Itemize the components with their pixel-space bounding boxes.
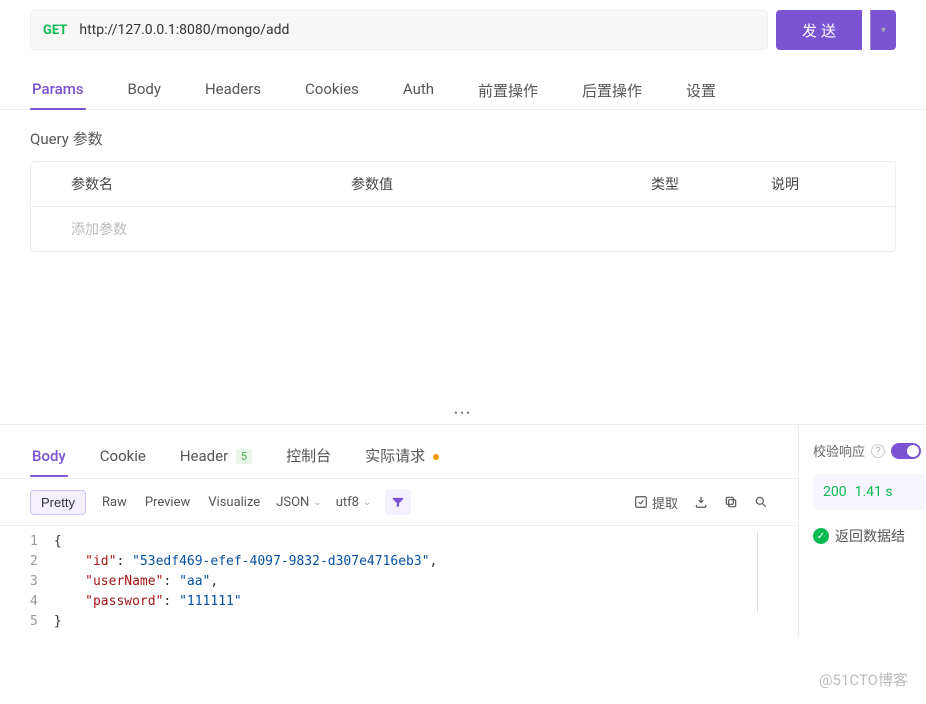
header-count-badge: 5 xyxy=(236,449,252,464)
url-input[interactable]: http://127.0.0.1:8080/mongo/add xyxy=(79,22,289,38)
encoding-label: utf8 xyxy=(336,495,359,510)
view-raw-button[interactable]: Raw xyxy=(100,491,129,514)
response-sidebar: 校验响应 ? 200 1.41 s ✓ 返回数据结 xyxy=(798,425,926,638)
tab-params[interactable]: Params xyxy=(30,72,86,109)
chevron-down-icon: ▾ xyxy=(881,25,886,36)
extract-label: 提取 xyxy=(652,493,678,512)
url-row: GET http://127.0.0.1:8080/mongo/add 发 送 … xyxy=(0,0,926,60)
chevron-down-icon: ⌄ xyxy=(363,497,371,508)
toolbar-icon-group: 提取 xyxy=(634,493,768,512)
line-number: 4 xyxy=(30,592,38,612)
view-visualize-button[interactable]: Visualize xyxy=(206,491,262,514)
line-number: 1 xyxy=(30,532,38,552)
resp-tab-actual[interactable]: 实际请求 xyxy=(363,439,441,478)
tab-body[interactable]: Body xyxy=(126,72,163,109)
search-icon xyxy=(754,495,768,509)
response-panel: Body Cookie Header 5 控制台 实际请求 Pretty Raw… xyxy=(0,424,926,638)
json-value: "aa" xyxy=(179,574,210,589)
tab-postrequest[interactable]: 后置操作 xyxy=(580,72,644,109)
json-key: "userName" xyxy=(85,574,163,589)
json-key: "password" xyxy=(85,594,163,609)
extract-button[interactable]: 提取 xyxy=(634,493,678,512)
resp-tab-console[interactable]: 控制台 xyxy=(284,439,333,478)
resize-handle[interactable]: ••• xyxy=(0,402,926,424)
response-tabs: Body Cookie Header 5 控制台 实际请求 xyxy=(0,425,798,479)
tab-cookies[interactable]: Cookies xyxy=(303,72,361,109)
tab-settings[interactable]: 设置 xyxy=(684,72,718,109)
view-preview-button[interactable]: Preview xyxy=(143,491,192,514)
status-card[interactable]: 200 1.41 s xyxy=(813,474,926,510)
add-param-placeholder[interactable]: 添加参数 xyxy=(41,219,351,239)
response-code[interactable]: 1 2 3 4 5 { "id": "53edf469-efef-4097-98… xyxy=(0,526,798,638)
download-icon xyxy=(694,495,708,509)
json-value: "53edf469-efef-4097-9832-d307e4716eb3" xyxy=(132,554,429,569)
format-label: JSON xyxy=(276,495,309,510)
validate-response-row: 校验响应 ? xyxy=(813,441,926,460)
status-code: 200 xyxy=(823,484,847,500)
col-value: 参数值 xyxy=(351,174,651,194)
jsonpath-filter-button[interactable] xyxy=(385,489,411,515)
status-time: 1.41 s xyxy=(855,484,893,500)
params-table: 参数名 参数值 类型 说明 添加参数 xyxy=(0,161,926,252)
line-gutter: 1 2 3 4 5 xyxy=(30,532,54,632)
params-header-row: 参数名 参数值 类型 说明 xyxy=(30,161,896,207)
http-method[interactable]: GET xyxy=(43,23,67,38)
validation-success-row: ✓ 返回数据结 xyxy=(813,526,926,546)
encoding-select[interactable]: utf8 ⌄ xyxy=(336,495,372,510)
copy-button[interactable] xyxy=(724,495,738,509)
params-add-row[interactable]: 添加参数 xyxy=(30,207,896,252)
json-value: "111111" xyxy=(179,594,242,609)
send-dropdown-button[interactable]: ▾ xyxy=(870,10,896,50)
line-number: 2 xyxy=(30,552,38,572)
request-tabs: Params Body Headers Cookies Auth 前置操作 后置… xyxy=(0,60,926,110)
filter-icon xyxy=(391,495,405,509)
code-ruler xyxy=(757,532,758,612)
col-desc: 说明 xyxy=(771,174,885,194)
copy-icon xyxy=(724,495,738,509)
url-bar[interactable]: GET http://127.0.0.1:8080/mongo/add xyxy=(30,10,768,50)
search-button[interactable] xyxy=(754,495,768,509)
validate-label: 校验响应 xyxy=(813,441,865,460)
query-params-title: Query 参数 xyxy=(0,110,926,161)
resp-tab-header[interactable]: Header 5 xyxy=(178,441,254,477)
extract-icon xyxy=(634,495,648,509)
col-type: 类型 xyxy=(651,174,771,194)
resp-tab-header-label: Header xyxy=(180,447,228,465)
code-body: { "id": "53edf469-efef-4097-9832-d307e47… xyxy=(54,532,768,632)
spacer xyxy=(0,252,926,402)
send-button[interactable]: 发 送 xyxy=(776,10,862,50)
response-left: Body Cookie Header 5 控制台 实际请求 Pretty Raw… xyxy=(0,425,798,638)
col-name: 参数名 xyxy=(41,174,351,194)
resp-tab-actual-label: 实际请求 xyxy=(365,447,425,465)
line-number: 5 xyxy=(30,612,38,632)
tab-auth[interactable]: Auth xyxy=(401,72,436,109)
format-select[interactable]: JSON ⌄ xyxy=(276,495,322,510)
view-pretty-button[interactable]: Pretty xyxy=(30,490,86,515)
dot-indicator-icon xyxy=(433,454,439,460)
json-key: "id" xyxy=(85,554,116,569)
line-number: 3 xyxy=(30,572,38,592)
tab-prerequest[interactable]: 前置操作 xyxy=(476,72,540,109)
watermark: @51CTO博客 xyxy=(819,669,908,690)
validate-toggle[interactable] xyxy=(891,443,921,459)
resp-tab-body[interactable]: Body xyxy=(30,441,68,477)
tab-headers[interactable]: Headers xyxy=(203,72,263,109)
help-icon[interactable]: ? xyxy=(871,444,885,458)
resp-tab-cookie[interactable]: Cookie xyxy=(98,441,148,477)
check-icon: ✓ xyxy=(813,528,829,544)
chevron-down-icon: ⌄ xyxy=(313,497,321,508)
download-button[interactable] xyxy=(694,495,708,509)
response-toolbar: Pretty Raw Preview Visualize JSON ⌄ utf8… xyxy=(0,479,798,526)
validation-success-label: 返回数据结 xyxy=(835,526,905,546)
